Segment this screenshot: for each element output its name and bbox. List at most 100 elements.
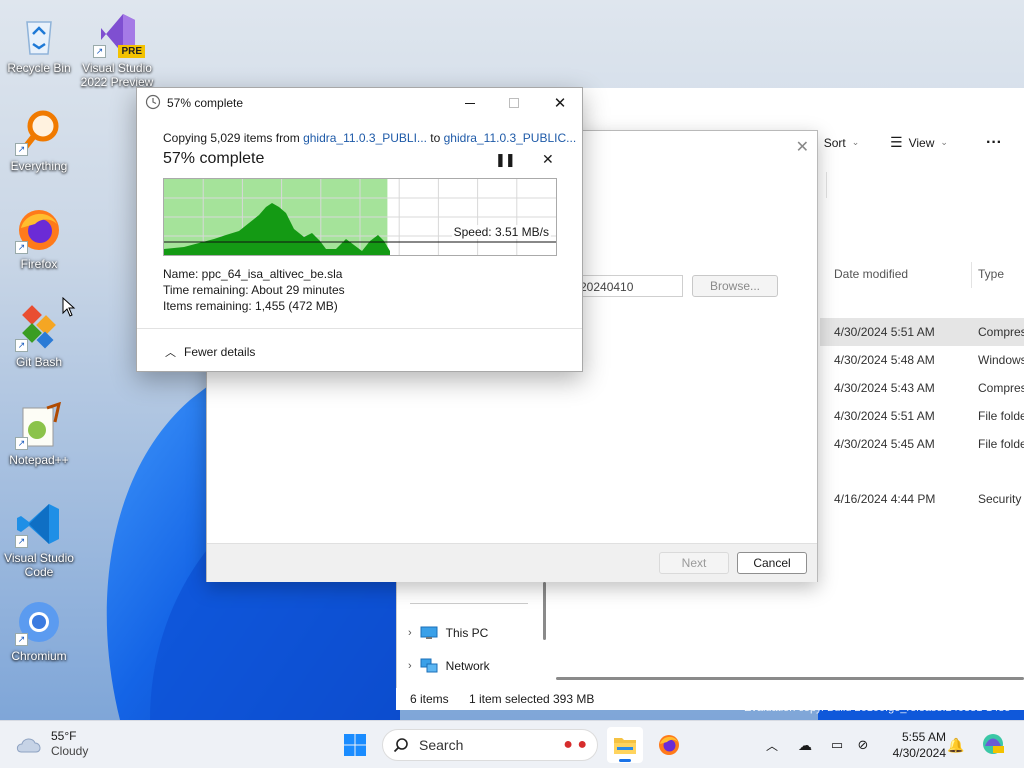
column-header-type[interactable]: Type (978, 267, 1004, 281)
weather-widget[interactable] (14, 731, 44, 757)
onedrive-icon[interactable]: ☁ (794, 735, 816, 755)
chromium-icon: ↗ (15, 598, 63, 646)
desktop-icon-chromium[interactable]: ↗ Chromium (2, 594, 76, 682)
view-button[interactable]: ☰ View ⌄ (890, 134, 948, 151)
column-header-date[interactable]: Date modified (834, 267, 908, 281)
destination-link[interactable]: ghidra_11.0.3_PUBLIC... (444, 131, 577, 145)
desktop-icon-label: Visual Studio Code (4, 551, 74, 579)
everything-search-icon: ↗ (15, 108, 63, 156)
file-row[interactable]: 4/30/2024 5:51 AM File folde (820, 402, 1024, 430)
shortcut-arrow-icon: ↗ (15, 143, 28, 156)
taskbar-file-explorer[interactable] (607, 727, 643, 763)
wizard-close-button[interactable]: ✕ (796, 137, 809, 157)
visual-studio-preview-icon: PRE ↗ (93, 10, 145, 58)
file-row[interactable]: 4/30/2024 5:43 AM Compres (820, 374, 1024, 402)
detail-name: Name: ppc_64_isa_altivec_be.sla (163, 267, 343, 281)
nav-scrollbar[interactable] (543, 582, 546, 640)
chevron-right-icon: › (408, 660, 412, 672)
desktop-icon-notepad-plus-plus[interactable]: ↗ Notepad++ (2, 398, 76, 486)
taskbar-clock[interactable]: 5:55 AM 4/30/2024 (876, 729, 946, 761)
nav-item-this-pc[interactable]: › This PC (408, 626, 488, 640)
clock-time: 5:55 AM (901, 730, 946, 744)
cancel-copy-button[interactable]: ✕ (542, 151, 554, 168)
desktop-icon-recycle-bin[interactable]: Recycle Bin (2, 6, 76, 94)
firefox-icon (659, 735, 679, 755)
status-size: 393 MB (553, 692, 595, 706)
clock-date: 4/30/2024 (892, 746, 946, 760)
notification-bell-icon[interactable]: 🔔 (946, 735, 966, 755)
desktop-icon-firefox[interactable]: ↗ Firefox (2, 202, 76, 290)
next-button[interactable]: Next (659, 552, 729, 574)
detail-time-remaining: Time remaining: About 29 minutes (163, 283, 345, 297)
destination-path-input[interactable]: 20240410 (577, 275, 683, 297)
desktop-icon-label: Everything (10, 159, 68, 173)
sort-label: Sort (823, 135, 846, 150)
fewer-details-button[interactable]: ︿ Fewer details (165, 344, 255, 360)
show-hidden-icons-button[interactable]: ︿ (762, 735, 782, 755)
source-link[interactable]: ghidra_11.0.3_PUBLI... (303, 131, 427, 145)
taskbar-firefox[interactable] (653, 729, 685, 761)
close-icon: ✕ (553, 95, 567, 112)
shortcut-arrow-icon: ↗ (15, 437, 28, 450)
pause-icon: ❚❚ (495, 152, 516, 167)
weather-description: Cloudy (51, 744, 89, 758)
clock-icon (145, 94, 161, 110)
desktop-icon-label: Visual Studio 2022 Preview (80, 61, 154, 89)
chevron-down-icon: ⌄ (940, 137, 948, 147)
taskbar: 55°F Cloudy Search ● ● ︿ ☁ ▭ ⊘ 5:55 AM 4… (0, 720, 1024, 768)
dialog-title: 57% complete (167, 96, 244, 110)
horizontal-scrollbar[interactable] (556, 677, 1024, 680)
transfer-speed-graph: Speed: 3.51 MB/s (163, 178, 557, 256)
close-button[interactable]: ✕ (540, 92, 580, 114)
nav-item-network[interactable]: › Network (408, 658, 490, 674)
pause-button[interactable]: ❚❚ (495, 152, 516, 168)
cancel-button[interactable]: Cancel (737, 552, 807, 574)
file-row[interactable]: 4/16/2024 4:44 PM Security (820, 485, 1024, 513)
desktop-icon-label: Recycle Bin (7, 61, 71, 75)
dialog-titlebar: 57% complete ✕ (137, 88, 582, 116)
close-icon: ✕ (542, 151, 554, 167)
display-icon[interactable]: ▭ (826, 735, 848, 755)
weather-text[interactable]: 55°F Cloudy (51, 729, 88, 759)
windows-logo-icon (344, 734, 366, 756)
maximize-button[interactable] (494, 92, 534, 114)
start-button[interactable] (340, 731, 370, 759)
shortcut-arrow-icon: ↗ (15, 535, 28, 548)
shortcut-arrow-icon: ↗ (15, 633, 28, 646)
speed-label: Speed: 3.51 MB/s (451, 225, 551, 239)
chevron-up-icon: ︿ (165, 347, 176, 359)
desktop-icon-label: Notepad++ (9, 453, 69, 467)
strawberry-highlight-icon: ● ● (563, 736, 587, 753)
running-indicator (619, 759, 631, 762)
minimize-button[interactable] (450, 92, 490, 114)
desktop-icon-label: Git Bash (15, 355, 63, 369)
file-row[interactable]: 4/30/2024 5:45 AM File folde (820, 430, 1024, 458)
desktop-icon-everything[interactable]: ↗ Everything (2, 104, 76, 192)
browse-button[interactable]: Browse... (692, 275, 778, 297)
this-pc-icon (420, 626, 438, 639)
speed-graph-canvas (164, 179, 556, 255)
cloud-icon (16, 738, 41, 753)
desktop-icon-visual-studio-preview[interactable]: PRE ↗ Visual Studio 2022 Preview (80, 6, 154, 94)
copilot-button[interactable] (980, 731, 1006, 757)
chevron-up-icon: ︿ (765, 738, 778, 753)
file-row[interactable]: 4/30/2024 5:48 AM Windows (820, 346, 1024, 374)
network-icon (420, 658, 438, 673)
view-label: View (908, 135, 935, 150)
status-item-count: 6 items (410, 692, 449, 706)
git-bash-icon: ↗ (15, 304, 63, 352)
desktop-icon-label: Firefox (20, 257, 58, 271)
maximize-icon (509, 98, 519, 108)
file-row[interactable]: 4/30/2024 5:51 AM Compres (820, 318, 1024, 346)
taskbar-search-box[interactable]: Search ● ● (382, 729, 598, 761)
more-options-button[interactable]: ··· (986, 134, 1002, 152)
detail-items-remaining: Items remaining: 1,455 (472 MB) (163, 299, 338, 313)
weather-temperature: 55°F (51, 729, 77, 743)
shortcut-arrow-icon: ↗ (15, 339, 28, 352)
preview-badge: PRE (118, 45, 145, 58)
network-status-icon[interactable]: ⊘ (852, 735, 874, 755)
minimize-icon (465, 102, 475, 104)
chevron-right-icon: › (408, 627, 412, 639)
search-icon (393, 738, 408, 753)
desktop-icon-vscode[interactable]: ↗ Visual Studio Code (2, 496, 76, 584)
